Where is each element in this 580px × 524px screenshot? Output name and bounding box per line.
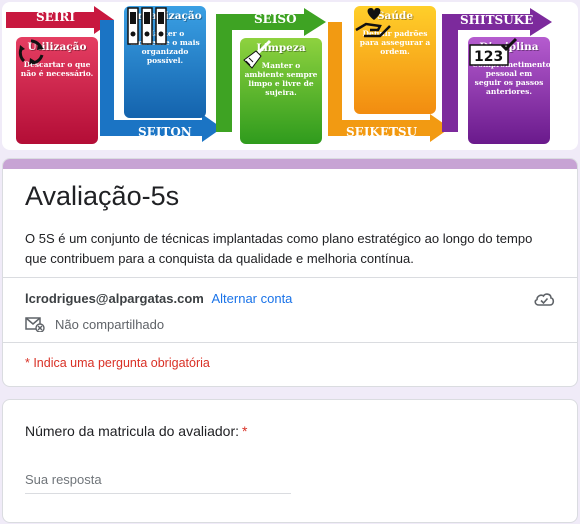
shitsuke-label: SHITSUKE — [460, 13, 534, 27]
account-email: lcrodrigues@alpargatas.com — [25, 291, 204, 306]
required-asterisk: * — [242, 423, 248, 439]
seiri-label: SEIRI — [36, 10, 76, 24]
step-limpeza: Limpeza Manter o ambiente sempre limpo e… — [240, 38, 322, 144]
form-title-card: Avaliação-5s O 5S é um conjunto de técni… — [2, 158, 578, 387]
switch-account-link[interactable]: Alternar conta — [211, 291, 292, 306]
step-utilizacao: Utilização Descartar o que não é necessá… — [16, 37, 98, 144]
step-disciplina: Disciplina 123 Comprometimento pessoal e… — [468, 37, 551, 144]
question-text: Número da matricula do avaliador: — [25, 423, 239, 439]
seiton-label: SEITON — [138, 125, 192, 139]
accent-bar — [3, 159, 577, 169]
seiketsu-label: SEIKETSU — [346, 125, 418, 139]
form-description: O 5S é um conjunto de técnicas implantad… — [25, 231, 533, 266]
step-organizacao: Organização Manter o ambiente o mais org… — [124, 6, 206, 118]
form-title: Avaliação-5s — [25, 181, 180, 211]
divider — [3, 342, 577, 343]
mail-blocked-icon — [25, 317, 45, 332]
question-label: Número da matricula do avaliador: * — [25, 423, 247, 439]
question-card: Número da matricula do avaliador: * — [2, 399, 578, 523]
not-shared-text: Não compartilhado — [55, 316, 165, 332]
sharing-status: Não compartilhado — [25, 316, 164, 332]
cloud-save-icon[interactable] — [533, 291, 555, 307]
header-banner-5s: SEIRI SEITON SEISO SEIKETSU SHITSUKE Uti… — [2, 2, 578, 150]
disc-digits: 123 — [474, 49, 503, 65]
account-info: lcrodrigues@alpargatas.com Alternar cont… — [25, 291, 292, 306]
required-note: * Indica uma pergunta obrigatória — [25, 356, 210, 370]
answer-input[interactable] — [25, 466, 291, 494]
seiso-label: SEISO — [254, 12, 297, 26]
divider — [3, 277, 577, 278]
step-saude: Saúde Definir padrões para assegurar a o… — [354, 6, 436, 114]
